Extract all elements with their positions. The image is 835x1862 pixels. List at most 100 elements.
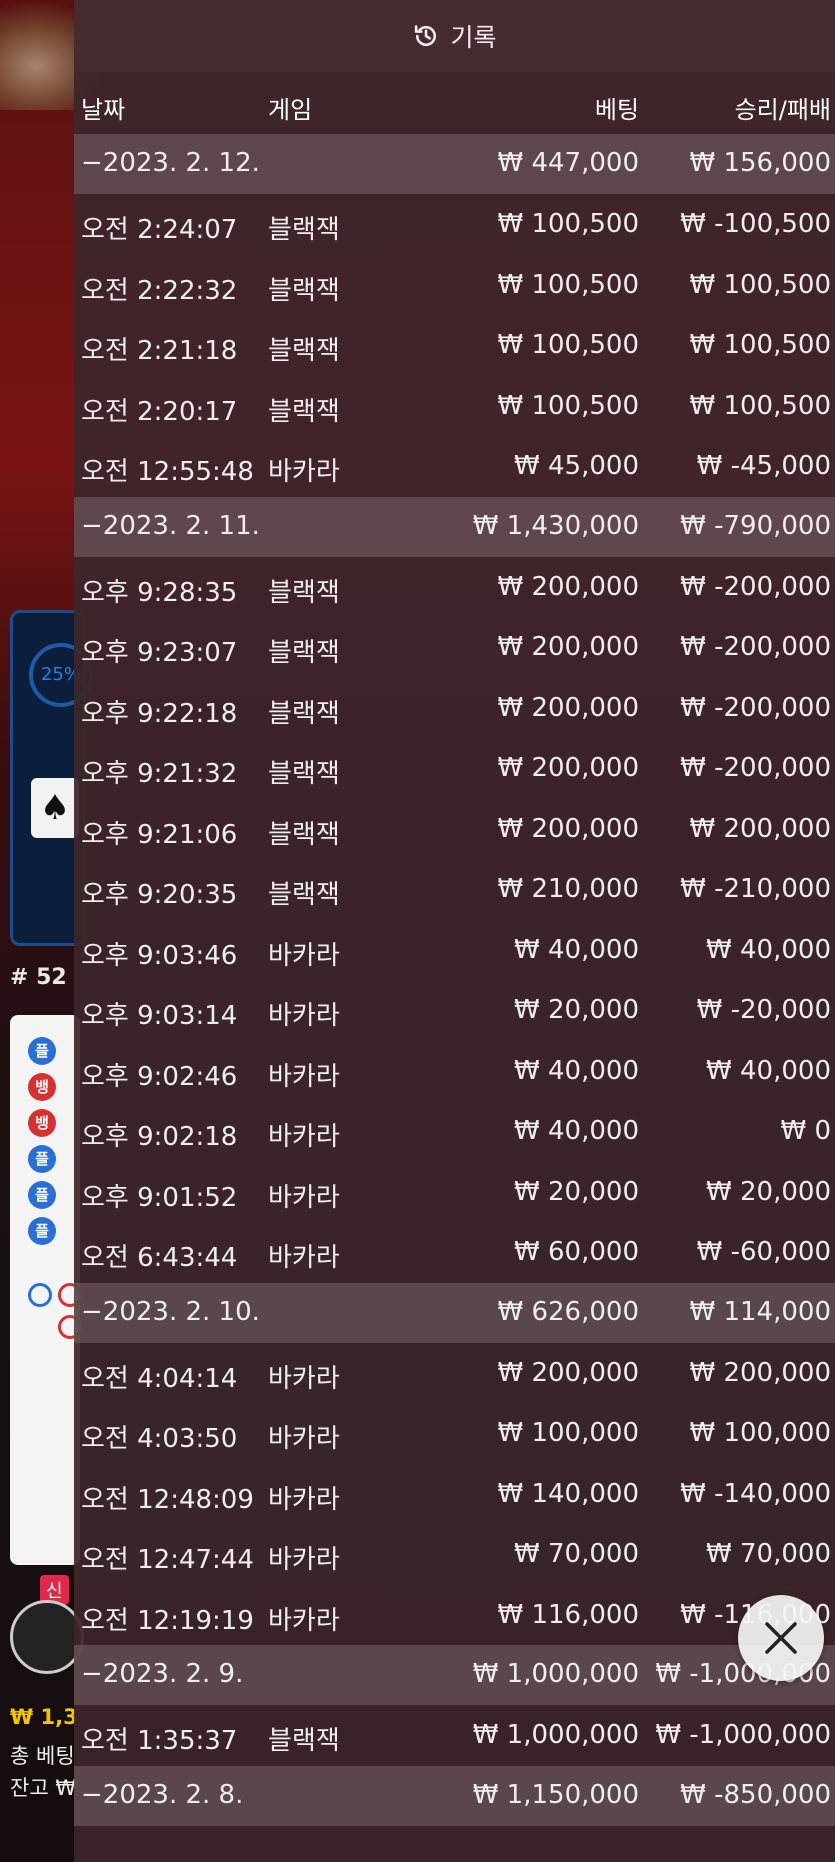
row-win-loss: ₩ -200,000 bbox=[680, 571, 831, 602]
row-bet: ₩ 100,500 bbox=[497, 269, 640, 300]
history-row: 오후 9:21:06 블랙잭 ₩ 200,000 ₩ 200,000 bbox=[74, 799, 835, 860]
row-time: 오전 2:21:18 bbox=[81, 336, 238, 366]
column-bet: 베팅 bbox=[594, 96, 639, 124]
row-bet: ₩ 200,000 bbox=[497, 571, 640, 602]
row-win-loss: ₩ 40,000 bbox=[706, 934, 831, 965]
day-total-bet: ₩ 447,000 bbox=[497, 148, 640, 178]
row-game: 바카라 bbox=[268, 1484, 340, 1515]
row-win-loss: ₩ 100,500 bbox=[689, 330, 832, 360]
bead-item: 플 bbox=[28, 1181, 56, 1209]
road-mark bbox=[28, 1283, 52, 1307]
close-button[interactable] bbox=[738, 1595, 824, 1681]
row-bet: ₩ 200,000 bbox=[497, 692, 640, 723]
bead-item: 플 bbox=[28, 1217, 56, 1245]
bead-road: 플 뱅 뱅 플 플 플 bbox=[10, 1015, 82, 1565]
day-date: −2023. 2. 12. bbox=[81, 148, 260, 178]
day-total-bet: ₩ 1,430,000 bbox=[472, 510, 639, 541]
history-row: 오전 12:48:09 바카라 ₩ 140,000 ₩ -140,000 bbox=[74, 1464, 835, 1525]
history-list[interactable]: −2023. 2. 12. ₩ 447,000 ₩ 156,000 오전 2:24:0… bbox=[74, 134, 835, 1826]
row-bet: ₩ 100,500 bbox=[497, 209, 640, 239]
column-game: 게임 bbox=[268, 96, 313, 124]
row-game: 블랙잭 bbox=[268, 819, 340, 850]
history-panel: 기록 날짜 게임 베팅 승리/패배 −2023. 2. 12. ₩ 447,000… bbox=[74, 0, 835, 1862]
history-row: 오전 6:43:44 바카라 ₩ 60,000 ₩ -60,000 bbox=[74, 1222, 835, 1283]
history-icon bbox=[415, 25, 437, 47]
bead-item: 뱅 bbox=[28, 1109, 56, 1137]
row-time: 오전 2:20:17 bbox=[81, 396, 238, 427]
history-row: 오후 9:03:14 바카라 ₩ 20,000 ₩ -20,000 bbox=[74, 980, 835, 1041]
history-row: 오후 9:02:46 바카라 ₩ 40,000 ₩ 40,000 bbox=[74, 1041, 835, 1102]
history-row: 오전 4:03:50 바카라 ₩ 100,000 ₩ 100,000 bbox=[74, 1403, 835, 1464]
chip-button[interactable] bbox=[10, 1600, 84, 1674]
history-row: 오전 12:55:48 바카라 ₩ 45,000 ₩ -45,000 bbox=[74, 436, 835, 497]
column-header: 날짜 게임 베팅 승리/패배 bbox=[74, 72, 835, 134]
row-win-loss: ₩ -100,500 bbox=[680, 209, 831, 239]
row-time: 오후 9:20:35 bbox=[81, 880, 238, 910]
row-bet: ₩ 1,000,000 bbox=[472, 1720, 639, 1750]
balance-text: ₩ 1,3 bbox=[10, 1705, 78, 1729]
history-row: 오후 9:02:18 바카라 ₩ 40,000 ₩ 0 bbox=[74, 1101, 835, 1162]
row-win-loss: ₩ -60,000 bbox=[696, 1237, 831, 1267]
day-header[interactable]: −2023. 2. 10. ₩ 626,000 ₩ 114,000 bbox=[74, 1282, 835, 1343]
day-total-bet: ₩ 1,150,000 bbox=[472, 1779, 639, 1810]
day-header[interactable]: −2023. 2. 11. ₩ 1,430,000 ₩ -790,000 bbox=[74, 496, 835, 557]
row-bet: ₩ 100,500 bbox=[497, 330, 640, 360]
day-date: −2023. 2. 11. bbox=[81, 510, 260, 541]
row-game: 바카라 bbox=[268, 1061, 340, 1092]
row-game: 바카라 bbox=[268, 1122, 340, 1152]
day-total-win: ₩ 114,000 bbox=[689, 1296, 832, 1327]
row-bet: ₩ 200,000 bbox=[497, 753, 640, 783]
row-win-loss: ₩ -45,000 bbox=[696, 451, 831, 481]
row-time: 오후 9:01:52 bbox=[81, 1182, 238, 1213]
history-row: 오전 4:04:14 바카라 ₩ 200,000 ₩ 200,000 bbox=[74, 1343, 835, 1404]
row-game: 바카라 bbox=[268, 1545, 340, 1575]
row-time: 오후 9:02:18 bbox=[81, 1122, 238, 1152]
row-win-loss: ₩ -200,000 bbox=[680, 753, 831, 783]
row-win-loss: ₩ 100,500 bbox=[689, 269, 832, 300]
row-win-loss: ₩ 200,000 bbox=[689, 1357, 832, 1388]
row-game: 블랙잭 bbox=[268, 759, 340, 789]
row-time: 오전 2:22:32 bbox=[81, 275, 238, 306]
day-header[interactable]: −2023. 2. 8. ₩ 1,150,000 ₩ -850,000 bbox=[74, 1765, 835, 1826]
row-time: 오전 12:47:44 bbox=[81, 1545, 254, 1575]
row-game: 바카라 bbox=[268, 940, 340, 971]
row-time: 오후 9:21:06 bbox=[81, 819, 238, 850]
row-time: 오전 4:03:50 bbox=[81, 1424, 238, 1454]
row-time: 오후 9:03:14 bbox=[81, 1001, 238, 1031]
column-date: 날짜 bbox=[81, 96, 126, 124]
panel-title: 기록 bbox=[450, 23, 497, 52]
row-game: 바카라 bbox=[268, 1182, 340, 1213]
row-game: 블랙잭 bbox=[268, 577, 340, 608]
row-time: 오후 9:02:46 bbox=[81, 1061, 238, 1092]
row-game: 블랙잭 bbox=[268, 698, 340, 729]
bead-item: 뱅 bbox=[28, 1073, 56, 1101]
row-time: 오후 9:22:18 bbox=[81, 698, 238, 729]
day-date: −2023. 2. 10. bbox=[81, 1296, 260, 1327]
row-win-loss: ₩ 40,000 bbox=[706, 1055, 831, 1086]
row-win-loss: ₩ -20,000 bbox=[696, 995, 831, 1025]
history-row: 오전 2:20:17 블랙잭 ₩ 100,500 ₩ 100,500 bbox=[74, 376, 835, 437]
row-bet: ₩ 45,000 bbox=[514, 451, 639, 481]
row-win-loss: ₩ -200,000 bbox=[680, 692, 831, 723]
day-header[interactable]: −2023. 2. 12. ₩ 447,000 ₩ 156,000 bbox=[74, 134, 835, 194]
row-game: 바카라 bbox=[268, 1363, 340, 1394]
row-time: 오전 12:48:09 bbox=[81, 1484, 254, 1515]
row-time: 오전 12:55:48 bbox=[81, 457, 254, 487]
row-bet: ₩ 20,000 bbox=[514, 995, 639, 1025]
row-game: 블랙잭 bbox=[268, 215, 340, 245]
panel-header: 기록 bbox=[74, 0, 835, 72]
row-time: 오전 4:04:14 bbox=[81, 1363, 238, 1394]
row-bet: ₩ 20,000 bbox=[514, 1176, 639, 1207]
history-row: 오전 2:21:18 블랙잭 ₩ 100,500 ₩ 100,500 bbox=[74, 315, 835, 376]
bead-item: 플 bbox=[28, 1037, 56, 1065]
row-win-loss: ₩ -1,000,000 bbox=[655, 1720, 831, 1750]
row-win-loss: ₩ -200,000 bbox=[680, 632, 831, 662]
row-game: 블랙잭 bbox=[268, 396, 340, 427]
day-header[interactable]: −2023. 2. 9. ₩ 1,000,000 ₩ -1,000,000 bbox=[74, 1645, 835, 1705]
row-time: 오전 2:24:07 bbox=[81, 215, 238, 245]
row-game: 블랙잭 bbox=[268, 638, 340, 668]
close-icon bbox=[765, 1622, 797, 1654]
row-bet: ₩ 40,000 bbox=[514, 1116, 639, 1146]
row-bet: ₩ 60,000 bbox=[514, 1237, 639, 1267]
row-game: 블랙잭 bbox=[268, 1726, 340, 1756]
